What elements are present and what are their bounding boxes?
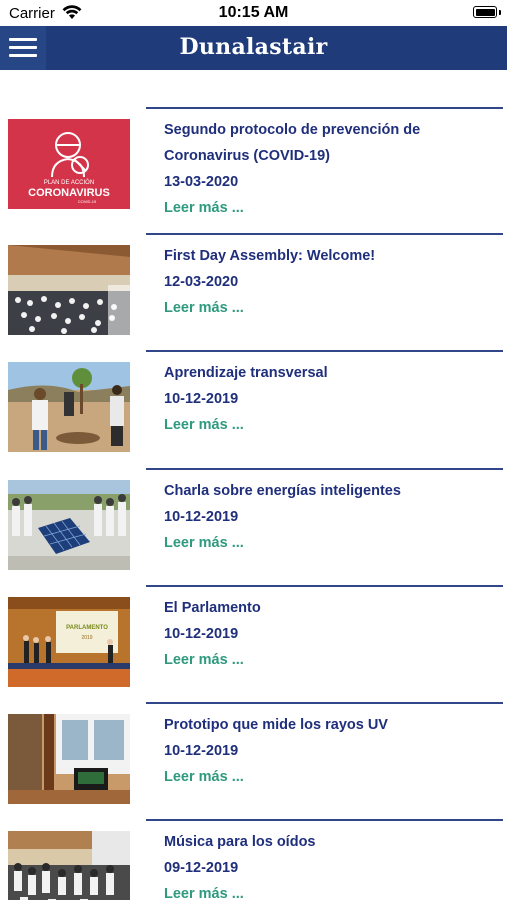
news-thumbnail[interactable] [8,245,130,335]
divider [146,468,503,470]
read-more-link[interactable]: Leer más ... [164,195,495,221]
news-item[interactable]: PARLAMENTO 2019 El Parlamento 10-12-2019… [0,585,507,703]
news-item[interactable]: Prototipo que mide los rayos UV 10-12-20… [0,702,507,820]
thumb-caption-covid: COVID-19 [78,199,97,204]
news-date: 10-12-2019 [164,626,239,642]
news-text: Música para los oídos 09-12-2019 Leer má… [164,829,495,900]
news-text: Aprendizaje transversal 10-12-2019 Leer … [164,360,495,438]
divider [146,350,503,352]
news-title[interactable]: Aprendizaje transversal [164,365,328,381]
thumb-caption-plan: PLAN DE ACCIÓN [44,179,94,186]
divider [146,233,503,235]
news-text: El Parlamento 10-12-2019 Leer más ... [164,595,495,673]
status-bar: Carrier 10:15 AM [0,0,507,26]
news-thumbnail[interactable] [8,831,130,900]
news-title[interactable]: Charla sobre energías inteligentes [164,483,401,499]
news-date: 10-12-2019 [164,743,239,759]
news-thumbnail[interactable] [8,362,130,452]
news-item[interactable]: Charla sobre energías inteligentes 10-12… [0,468,507,586]
news-thumbnail[interactable] [8,480,130,570]
divider [146,702,503,704]
divider [146,107,503,109]
news-title[interactable]: Prototipo que mide los rayos UV [164,717,388,733]
news-date: 12-03-2020 [164,274,239,290]
news-item[interactable]: Aprendizaje transversal 10-12-2019 Leer … [0,350,507,468]
thumb-caption-coronavirus: CORONAVIRUS [28,187,110,199]
news-item[interactable]: Música para los oídos 09-12-2019 Leer má… [0,819,507,900]
news-title[interactable]: El Parlamento [164,600,261,616]
read-more-link[interactable]: Leer más ... [164,764,495,790]
news-list[interactable]: PLAN DE ACCIÓN CORONAVIRUS COVID-19 Segu… [0,70,507,900]
news-text: First Day Assembly: Welcome! 12-03-2020 … [164,243,495,321]
news-text: Charla sobre energías inteligentes 10-12… [164,478,495,556]
read-more-link[interactable]: Leer más ... [164,530,495,556]
divider [146,819,503,821]
read-more-link[interactable]: Leer más ... [164,412,495,438]
news-date: 10-12-2019 [164,509,239,525]
battery-icon [473,6,497,18]
news-item[interactable]: First Day Assembly: Welcome! 12-03-2020 … [0,233,507,351]
news-date: 13-03-2020 [164,174,239,190]
news-title[interactable]: Segundo protocolo de prevención de Coron… [164,122,420,164]
news-title[interactable]: Música para los oídos [164,834,316,850]
news-date: 09-12-2019 [164,860,239,876]
news-date: 10-12-2019 [164,391,239,407]
news-thumbnail[interactable] [8,714,130,804]
clock: 10:15 AM [218,4,289,21]
thumb-caption-year: 2019 [81,635,92,641]
battery-tip [499,10,501,15]
news-title[interactable]: First Day Assembly: Welcome! [164,248,375,264]
news-thumbnail[interactable]: PARLAMENTO 2019 [8,597,130,687]
thumb-caption-parlamento: PARLAMENTO [66,625,108,631]
news-item[interactable]: PLAN DE ACCIÓN CORONAVIRUS COVID-19 Segu… [0,107,507,225]
read-more-link[interactable]: Leer más ... [164,881,495,900]
news-text: Prototipo que mide los rayos UV 10-12-20… [164,712,495,790]
navigation-bar: Dunalastair [0,26,507,70]
news-text: Segundo protocolo de prevención de Coron… [164,117,495,221]
app-title: Dunalastair [179,34,328,60]
divider [146,585,503,587]
read-more-link[interactable]: Leer más ... [164,295,495,321]
read-more-link[interactable]: Leer más ... [164,647,495,673]
news-thumbnail[interactable]: PLAN DE ACCIÓN CORONAVIRUS COVID-19 [8,119,130,209]
